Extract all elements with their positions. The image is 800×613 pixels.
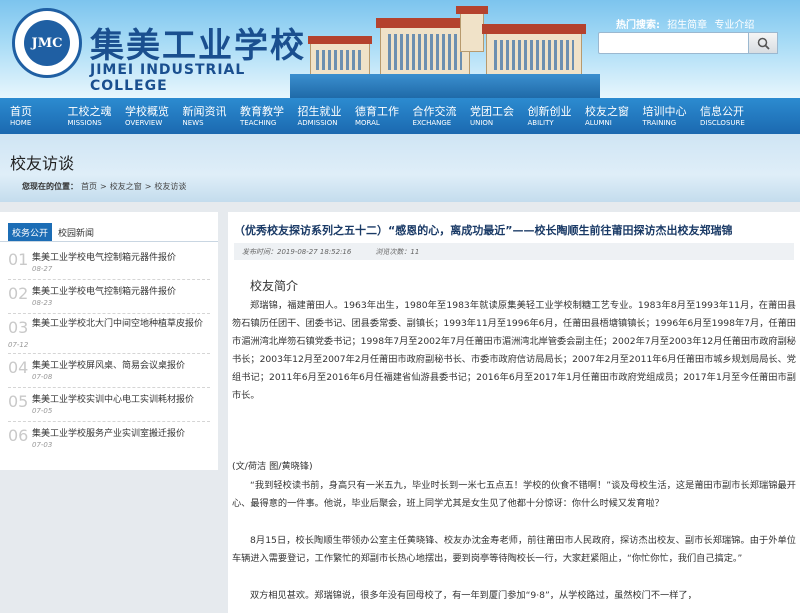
hot-search: 热门搜索: 招生简章 专业介绍: [616, 16, 754, 31]
list-item[interactable]: 05 集美工业学校实训中心电工实训耗材报价 07-05: [8, 388, 210, 422]
nav-admission[interactable]: 招生就业 ADMISSION: [288, 98, 346, 134]
list-item-date: 07-05: [32, 407, 53, 415]
hot-link-majors[interactable]: 专业介绍: [714, 20, 754, 31]
search-button[interactable]: [748, 32, 778, 54]
nav-home[interactable]: 首页 HOME: [0, 98, 58, 134]
article-paragraph: “我到轻校读书前，身高只有一米五九，毕业时长到一米七五点五！学校的伙食不错啊！”…: [232, 480, 796, 509]
breadcrumb-label: 您现在的位置：: [22, 181, 78, 191]
list-item-number: 03: [8, 318, 29, 337]
tab-school-affairs[interactable]: 校务公开: [8, 223, 53, 241]
list-item[interactable]: 02 集美工业学校电气控制箱元器件报价 08-23: [8, 280, 210, 314]
list-item-number: 01: [8, 250, 29, 269]
article-paragraph: 郑瑞锦，福建莆田人。1963年出生，1980年至1983年就读原集美轻工业学校制…: [232, 300, 796, 401]
school-name-en: JIMEI INDUSTRIAL COLLEGE: [90, 62, 246, 94]
breadcrumb-current[interactable]: 校友访谈: [154, 181, 186, 192]
breadcrumb-home[interactable]: 首页: [81, 181, 97, 192]
sidebar: 校务公开 校园新闻 01 集美工业学校电气控制箱元器件报价 08-27 02 集…: [0, 212, 218, 470]
nav-teaching[interactable]: 教育教学 TEACHING: [230, 98, 288, 134]
logo-badge: JMC: [24, 20, 70, 66]
main-nav: 首页 HOME 工校之魂 MISSIONS 学校概览 OVERVIEW 新闻资讯 NEW…: [0, 98, 800, 134]
list-item-date: 08-27: [32, 265, 53, 273]
nav-union[interactable]: 党团工会 UNION: [460, 98, 518, 134]
nav-exchange[interactable]: 合作交流 EXCHANGE: [403, 98, 461, 134]
school-name-cn: 集美工业学校: [90, 26, 306, 66]
list-item[interactable]: 06 集美工业学校服务产业实训室搬迁报价 07-03: [8, 422, 210, 456]
list-item-number: 02: [8, 284, 29, 303]
list-item-title[interactable]: 集美工业学校服务产业实训室搬迁报价: [32, 426, 185, 439]
article-paragraph: 8月15日，校长陶顺生带领办公室主任黄晓锋、校友办沈金寿老师，前往莆田市人民政府…: [232, 535, 796, 564]
article-panel: （优秀校友探访系列之五十二）“感恩的心，离成功最近”——校长陶顺生前往莆田探访杰…: [228, 212, 800, 613]
article-meta: 发布时间：2019-08-27 18:52:16 浏览次数：11: [234, 243, 794, 260]
list-item-title[interactable]: 集美工业学校电气控制箱元器件报价: [32, 250, 176, 263]
list-item-title[interactable]: 集美工业学校屏风桌、简易会议桌报价: [32, 358, 185, 371]
breadcrumb: 您现在的位置： 首页 > 校友之窗 > 校友访谈: [0, 174, 800, 198]
hot-link-admission[interactable]: 招生简章: [667, 20, 707, 31]
page-title: 校友访谈: [10, 154, 75, 173]
nav-missions[interactable]: 工校之魂 MISSIONS: [58, 98, 116, 134]
sub-banner: 校友访谈 您现在的位置： 首页 > 校友之窗 > 校友访谈: [0, 134, 800, 202]
nav-overview[interactable]: 学校概览 OVERVIEW: [115, 98, 173, 134]
breadcrumb-separator: >: [144, 181, 152, 191]
nav-alumni[interactable]: 校友之窗 ALUMNI: [575, 98, 633, 134]
list-item[interactable]: 01 集美工业学校电气控制箱元器件报价 08-27: [8, 246, 210, 280]
article-credit: (文/荷洁 图/黄晓锋): [232, 461, 313, 472]
list-item-title[interactable]: 集美工业学校电气控制箱元器件报价: [32, 284, 176, 297]
list-item-date: 07-08: [32, 373, 53, 381]
nav-moral[interactable]: 德育工作 MORAL: [345, 98, 403, 134]
nav-ability[interactable]: 创新创业 ABILITY: [518, 98, 576, 134]
publish-time: 发布时间：2019-08-27 18:52:16: [242, 247, 352, 256]
list-item-title[interactable]: 集美工业学校实训中心电工实训耗材报价: [32, 392, 194, 405]
list-item-number: 06: [8, 426, 29, 445]
list-item-number: 05: [8, 392, 29, 411]
nav-news[interactable]: 新闻资讯 NEWS: [173, 98, 231, 134]
nav-training[interactable]: 培训中心 TRAINING: [633, 98, 691, 134]
list-item-date: 08-23: [32, 299, 53, 307]
list-item-date: 07-03: [32, 441, 53, 449]
site-header: JMC 集美工业学校 JIMEI INDUSTRIAL COLLEGE 热门搜索…: [0, 0, 800, 98]
breadcrumb-alumni[interactable]: 校友之窗: [110, 181, 142, 192]
breadcrumb-separator: >: [100, 181, 107, 191]
hot-search-label: 热门搜索:: [616, 20, 660, 31]
list-item-number: 04: [8, 358, 29, 377]
nav-disclosure[interactable]: 信息公开 DISCLOSURE: [690, 98, 748, 134]
sidebar-background: [0, 470, 218, 613]
tab-campus-news[interactable]: 校园新闻: [54, 223, 98, 241]
sidebar-list: 01 集美工业学校电气控制箱元器件报价 08-27 02 集美工业学校电气控制箱…: [0, 242, 218, 456]
search-icon: [757, 37, 770, 50]
article-title: （优秀校友探访系列之五十二）“感恩的心，离成功最近”——校长陶顺生前往莆田探访杰…: [234, 224, 733, 237]
list-item[interactable]: 04 集美工业学校屏风桌、简易会议桌报价 07-08: [8, 354, 210, 388]
campus-image: [290, 2, 600, 98]
list-item[interactable]: 03 集美工业学校北大门中间空地种植草皮报价 07-12: [8, 314, 210, 354]
school-logo[interactable]: JMC 集美工业学校 JIMEI INDUSTRIAL COLLEGE: [12, 8, 312, 94]
view-count: 浏览次数：11: [375, 247, 420, 256]
logo-emblem: JMC: [12, 8, 82, 78]
section-title: 校友简介: [250, 279, 299, 293]
sidebar-tabs: 校务公开 校园新闻: [0, 212, 218, 242]
list-item-title[interactable]: 集美工业学校北大门中间空地种植草皮报价: [32, 318, 212, 330]
list-item-date: 07-12: [8, 341, 29, 349]
article-paragraph: 双方相见甚欢。郑瑞锦说，很多年没有回母校了，有一年到厦门参加“9·8”，从学校路…: [250, 590, 697, 601]
